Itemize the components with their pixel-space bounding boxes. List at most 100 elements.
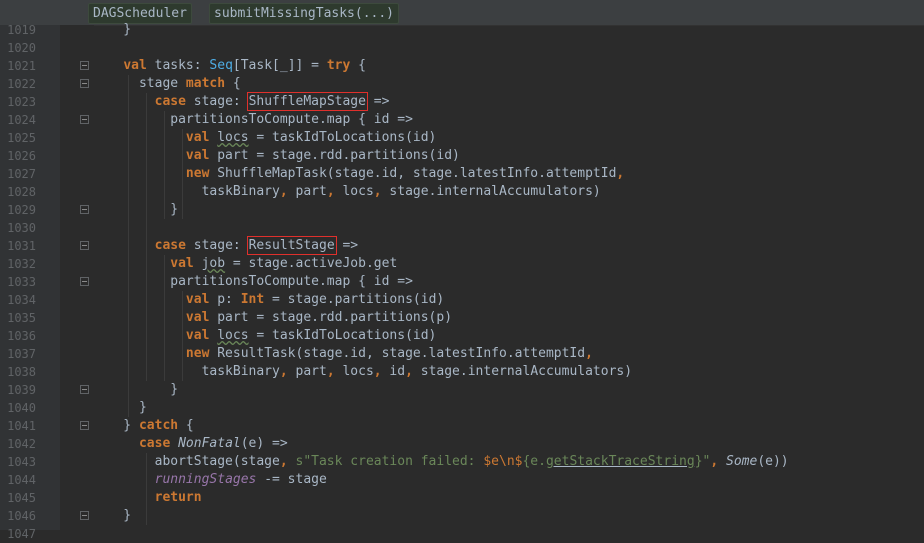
code-line[interactable]: 1023 case stage: ShuffleMapStage =>	[0, 92, 924, 111]
code-text[interactable]: partitionsToCompute.map { id =>	[92, 273, 413, 291]
code-line[interactable]: 1046 }	[0, 507, 924, 525]
code-line[interactable]: 1044 runningStages -= stage	[0, 471, 924, 489]
code-token: new	[185, 346, 210, 361]
code-token: part = stage.rdd.partitions(p)	[209, 310, 453, 325]
code-token: ,	[373, 364, 382, 379]
code-token: partitionsToCompute.map { id =>	[92, 112, 413, 127]
code-line[interactable]: 1019 }	[0, 21, 924, 39]
code-token: [Task[_]] =	[232, 58, 327, 73]
code-line[interactable]: 1042 case NonFatal(e) =>	[0, 435, 924, 453]
code-text[interactable]: val locs = taskIdToLocations(id)	[92, 327, 436, 345]
code-text[interactable]: case stage: ShuffleMapStage =>	[92, 92, 389, 111]
code-text[interactable]: val job = stage.activeJob.get	[92, 255, 397, 273]
code-token: }	[92, 400, 147, 415]
code-line[interactable]: 1037 new ResultTask(stage.id, stage.late…	[0, 345, 924, 363]
indent-guide	[146, 453, 147, 525]
code-line[interactable]: 1043 abortStage(stage, s"Task creation f…	[0, 453, 924, 471]
code-text[interactable]: abortStage(stage, s"Task creation failed…	[92, 453, 789, 471]
code-token: = stage.activeJob.get	[225, 256, 398, 271]
code-line[interactable]: 1045 return	[0, 489, 924, 507]
code-text[interactable]: val part = stage.rdd.partitions(id)	[92, 147, 460, 165]
code-token: ResultTask(stage.id, stage.latestInfo.at…	[209, 346, 586, 361]
code-text[interactable]: val p: Int = stage.partitions(id)	[92, 291, 444, 309]
code-text[interactable]: }	[92, 21, 131, 39]
code-token: Some	[726, 454, 758, 469]
code-token: p:	[209, 292, 241, 307]
code-line[interactable]: 1033 partitionsToCompute.map { id =>	[0, 273, 924, 291]
code-line[interactable]: 1031 case stage: ResultStage =>	[0, 236, 924, 255]
line-number: 1042	[7, 437, 36, 451]
code-line[interactable]: 1036 val locs = taskIdToLocations(id)	[0, 327, 924, 345]
line-number: 1024	[7, 113, 36, 127]
fold-toggle-icon[interactable]	[80, 385, 89, 394]
code-text[interactable]: }	[92, 399, 147, 417]
code-text[interactable]: stage match {	[92, 75, 241, 93]
code-line[interactable]: 1034 val p: Int = stage.partitions(id)	[0, 291, 924, 309]
fold-toggle-icon[interactable]	[80, 241, 89, 250]
code-text[interactable]: partitionsToCompute.map { id =>	[92, 111, 413, 129]
code-token: $e\n$	[483, 454, 523, 469]
code-text[interactable]: runningStages -= stage	[92, 471, 327, 489]
fold-toggle-icon[interactable]	[80, 511, 89, 520]
code-token: ,	[616, 166, 625, 181]
code-text[interactable]: } catch {	[92, 417, 193, 435]
code-text[interactable]: new ResultTask(stage.id, stage.latestInf…	[92, 345, 593, 363]
indent-guide	[182, 129, 183, 219]
line-number: 1026	[7, 149, 36, 163]
code-line[interactable]: 1028 taskBinary, part, locs, stage.inter…	[0, 183, 924, 201]
code-line[interactable]: 1038 taskBinary, part, locs, id, stage.i…	[0, 363, 924, 381]
code-token: -= stage	[256, 472, 327, 487]
code-text[interactable]: }	[92, 507, 131, 525]
line-number: 1023	[7, 95, 36, 109]
code-token: }	[92, 22, 132, 37]
code-line[interactable]: 1039 }	[0, 381, 924, 399]
code-text[interactable]: }	[92, 381, 178, 399]
fold-toggle-icon[interactable]	[80, 421, 89, 430]
line-number: 1046	[7, 509, 36, 523]
line-number: 1034	[7, 293, 36, 307]
fold-toggle-icon[interactable]	[80, 79, 89, 88]
code-token: ,	[326, 184, 335, 199]
code-line[interactable]: 1020	[0, 39, 924, 57]
code-line[interactable]: 1032 val job = stage.activeJob.get	[0, 255, 924, 273]
code-line[interactable]: 1025 val locs = taskIdToLocations(id)	[0, 129, 924, 147]
code-text[interactable]: case stage: ResultStage =>	[92, 236, 358, 255]
code-line[interactable]: 1030	[0, 219, 924, 237]
code-text[interactable]: }	[92, 201, 178, 219]
code-line[interactable]: 1035 val part = stage.rdd.partitions(p)	[0, 309, 924, 327]
code-text[interactable]: val tasks: Seq[Task[_]] = try {	[92, 57, 366, 75]
code-token: ,	[585, 346, 593, 361]
code-line[interactable]: 1021 val tasks: Seq[Task[_]] = try {	[0, 57, 924, 75]
line-number: 1040	[7, 401, 36, 415]
code-text[interactable]: taskBinary, part, locs, stage.internalAc…	[92, 183, 601, 201]
line-number: 1030	[7, 221, 36, 235]
fold-toggle-icon[interactable]	[80, 205, 89, 214]
code-text[interactable]: case NonFatal(e) =>	[92, 435, 288, 453]
code-line[interactable]: 1041 } catch {	[0, 417, 924, 435]
code-line[interactable]: 1029 }	[0, 201, 924, 219]
code-line[interactable]: 1027 new ShuffleMapTask(stage.id, stage.…	[0, 165, 924, 183]
code-line[interactable]: 1024 partitionsToCompute.map { id =>	[0, 111, 924, 129]
code-token: = stage.partitions(id)	[264, 292, 445, 307]
code-text[interactable]: new ShuffleMapTask(stage.id, stage.lates…	[92, 165, 624, 183]
fold-toggle-icon[interactable]	[80, 115, 89, 124]
code-line[interactable]: 1040 }	[0, 399, 924, 417]
code-token: case	[138, 436, 171, 451]
code-token: tasks:	[146, 58, 210, 73]
fold-toggle-icon[interactable]	[80, 61, 89, 70]
code-text[interactable]: taskBinary, part, locs, id, stage.intern…	[92, 363, 633, 381]
code-token: runningStages	[154, 472, 257, 487]
code-line[interactable]: 1026 val part = stage.rdd.partitions(id)	[0, 147, 924, 165]
line-number: 1020	[7, 41, 36, 55]
fold-toggle-icon[interactable]	[80, 277, 89, 286]
line-number: 1029	[7, 203, 36, 217]
code-line[interactable]: 1022 stage match {	[0, 75, 924, 93]
line-number: 1038	[7, 365, 36, 379]
code-token: part	[287, 184, 327, 199]
code-line[interactable]: 1047	[0, 525, 924, 543]
code-text[interactable]: val locs = taskIdToLocations(id)	[92, 129, 436, 147]
code-token: case	[154, 238, 186, 253]
